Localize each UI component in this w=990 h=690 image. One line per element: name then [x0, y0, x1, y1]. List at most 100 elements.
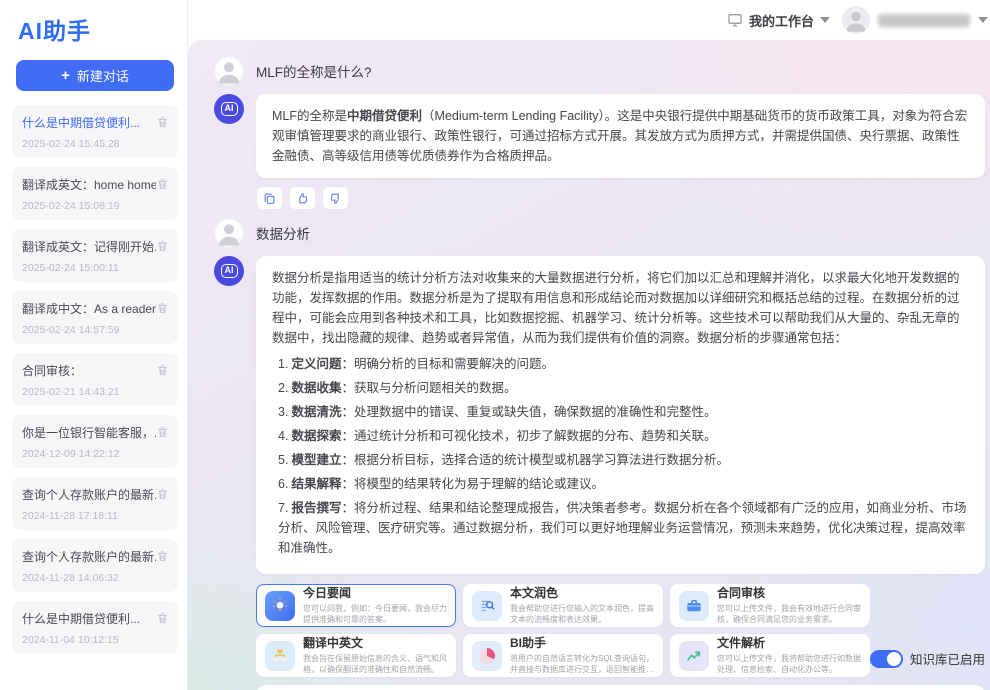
conversation-time: 2024-11-04 10:12:15	[22, 634, 168, 646]
conversation-item[interactable]: 翻译成中文：As a reader... 2025-02-24 14:57:59	[12, 291, 178, 344]
conversation-title: 查询个人存款账户的最新...	[22, 548, 156, 565]
trash-icon[interactable]	[156, 611, 169, 625]
conversation-item[interactable]: 什么是中期借贷便利... 2025-02-24 15:45:28	[12, 105, 178, 158]
main-area: 我的工作台 MLF的全称是什么? AI	[188, 0, 990, 690]
conversation-time: 2025-02-24 14:57:59	[22, 324, 168, 336]
app-root: AI助手 + 新建对话 什么是中期借贷便利... 2025-02-24 15:4…	[0, 0, 990, 690]
trend-arrow-icon	[679, 641, 709, 671]
card-title: 文件解析	[717, 636, 861, 651]
message-input-bar	[256, 685, 985, 690]
conversation-time: 2025-02-24 15:08:19	[22, 200, 168, 212]
person-icon	[214, 218, 244, 248]
thumbs-up-button[interactable]	[289, 186, 316, 210]
toggle-on-icon[interactable]	[870, 650, 903, 668]
new-chat-button[interactable]: + 新建对话	[16, 60, 174, 91]
card-title: 合同审核	[717, 586, 861, 601]
bulb-icon	[265, 591, 295, 621]
thumbs-down-button[interactable]	[322, 186, 349, 210]
conversation-time: 2024-12-09 14:22:12	[22, 448, 168, 460]
card-desc: 您可以问我，例如：今日要闻，我会尽力提供准确和可靠的答案。	[303, 603, 447, 625]
trash-icon[interactable]	[156, 487, 169, 501]
step-number: 5.	[278, 453, 288, 467]
conversation-item[interactable]: 查询个人存款账户的最新... 2024-11-28 14:06:32	[12, 539, 178, 592]
chevron-down-icon	[820, 17, 830, 23]
workspace-menu[interactable]: 我的工作台	[727, 11, 830, 30]
step-label: 报告撰写	[291, 501, 341, 515]
conversation-title: 翻译成英文：home home	[22, 176, 156, 193]
step-label: 数据收集	[291, 381, 341, 395]
quick-actions-row: 今日要闻 您可以问我，例如：今日要闻，我会尽力提供准确和可靠的答案。 本文润色 …	[256, 584, 985, 677]
step-number: 1.	[278, 357, 288, 371]
card-desc: 将用户的自然语言转化为SQL查询语句，并直接与数据库进行交互，返回智能推荐的图表…	[510, 653, 654, 675]
user-message-text: MLF的全称是什么?	[256, 61, 372, 81]
step-text: ：将模型的结果转化为易于理解的结论或建议。	[341, 477, 604, 491]
sitemap-icon	[265, 641, 295, 671]
trash-icon[interactable]	[156, 301, 169, 315]
card-desc: 我会帮助您进行您输入的文本润色，提高文本的流畅度和表达效果。	[510, 603, 654, 625]
ai-avatar: AI	[214, 94, 244, 124]
monitor-icon	[727, 12, 743, 28]
step-item: 7.报告撰写：将分析过程、结果和结论整理成报告，供决策者参考。数据分析在各个领域…	[278, 498, 969, 558]
conversation-item[interactable]: 翻译成英文：记得刚开始... 2025-02-24 15:00:11	[12, 229, 178, 282]
step-item: 3.数据清洗：处理数据中的错误、重复或缺失值，确保数据的准确性和完整性。	[278, 402, 969, 422]
conversation-item[interactable]: 翻译成英文：home home 2025-02-24 15:08:19	[12, 167, 178, 220]
card-bi-assistant[interactable]: BI助手 将用户的自然语言转化为SQL查询语句，并直接与数据库进行交互，返回智能…	[463, 634, 663, 677]
trash-icon[interactable]	[156, 425, 169, 439]
plus-icon: +	[61, 68, 70, 83]
step-label: 数据清洗	[291, 405, 341, 419]
card-desc: 您可以上传文件，我会有效地进行合同审核，确保合同满足您的业务需求。	[717, 603, 861, 625]
conversation-time: 2025-02-21 14:43:21	[22, 386, 168, 398]
step-label: 结果解释	[291, 477, 341, 491]
conversation-title: 你是一位银行智能客服，...	[22, 424, 156, 441]
topbar: 我的工作台	[188, 0, 990, 40]
person-icon	[214, 56, 244, 86]
conversation-item[interactable]: 你是一位银行智能客服，... 2024-12-09 14:22:12	[12, 415, 178, 468]
card-contract-review[interactable]: 合同审核 您可以上传文件，我会有效地进行合同审核，确保合同满足您的业务需求。	[670, 584, 870, 627]
new-chat-label: 新建对话	[77, 66, 129, 85]
card-title: 本文润色	[510, 586, 654, 601]
user-message: 数据分析	[214, 218, 985, 248]
ai-text-bold: 中期借贷便利	[347, 109, 422, 123]
step-text: ：获取与分析问题相关的数据。	[341, 381, 516, 395]
conversation-item[interactable]: 查询个人存款账户的最新... 2024-11-28 17:18:11	[12, 477, 178, 530]
knowledge-base-toggle[interactable]: 知识库已启用	[870, 649, 985, 668]
conversation-list: 什么是中期借贷便利... 2025-02-24 15:45:28 翻译成英文：h…	[12, 105, 178, 654]
trash-icon[interactable]	[156, 115, 169, 129]
workspace-label: 我的工作台	[749, 11, 814, 30]
step-label: 数据探索	[291, 429, 341, 443]
trash-icon[interactable]	[156, 363, 169, 377]
step-label: 定义问题	[291, 357, 341, 371]
card-desc: 我会旨在保留原始信息的含义、语气和风格，以确保翻译的准确性和自然流畅。	[303, 653, 447, 675]
step-item: 5.模型建立：根据分析目标，选择合适的统计模型或机器学习算法进行数据分析。	[278, 450, 969, 470]
conversation-title: 什么是中期借贷便利...	[22, 114, 156, 131]
ai-message: AI 数据分析是指用适当的统计分析方法对收集来的大量数据进行分析，将它们加以汇总…	[214, 256, 985, 574]
step-text: ：明确分析的目标和需要解决的问题。	[341, 357, 554, 371]
ai-text: 数据分析是指用适当的统计分析方法对收集来的大量数据进行分析，将它们加以汇总和理解…	[272, 271, 960, 345]
step-item: 2.数据收集：获取与分析问题相关的数据。	[278, 378, 969, 398]
person-icon	[842, 6, 870, 34]
card-file-parse[interactable]: 文件解析 您可以上传文件，我将帮助您进行如数据处理、信息检索、自动化办公等。	[670, 634, 870, 677]
chat-surface: MLF的全称是什么? AI MLF的全称是中期借贷便利（Medium-term …	[188, 40, 990, 690]
copy-button[interactable]	[256, 186, 283, 210]
step-number: 2.	[278, 381, 288, 395]
user-menu[interactable]	[842, 6, 988, 34]
card-text-polish[interactable]: 本文润色 我会帮助您进行您输入的文本润色，提高文本的流畅度和表达效果。	[463, 584, 663, 627]
conversation-item[interactable]: 什么是中期借贷便利... 2024-11-04 10:12:15	[12, 601, 178, 654]
conversation-title: 翻译成英文：记得刚开始...	[22, 238, 156, 255]
thumbs-down-icon	[329, 192, 342, 205]
user-message: MLF的全称是什么?	[214, 56, 985, 86]
sidebar: AI助手 + 新建对话 什么是中期借贷便利... 2025-02-24 15:4…	[0, 0, 188, 690]
trash-icon[interactable]	[156, 239, 169, 253]
trash-icon[interactable]	[156, 549, 169, 563]
card-title: 今日要闻	[303, 586, 447, 601]
conversation-item[interactable]: 合同审核： 2025-02-21 14:43:21	[12, 353, 178, 406]
message-actions	[256, 186, 985, 210]
conversation-time: 2024-11-28 17:18:11	[22, 510, 168, 522]
avatar	[842, 6, 870, 34]
card-today-news[interactable]: 今日要闻 您可以问我，例如：今日要闻，我会尽力提供准确和可靠的答案。	[256, 584, 456, 627]
steps-list: 1.定义问题：明确分析的目标和需要解决的问题。 2.数据收集：获取与分析问题相关…	[272, 354, 969, 558]
ai-badge: AI	[221, 264, 238, 278]
thumbs-up-icon	[296, 192, 309, 205]
card-translate[interactable]: 翻译中英文 我会旨在保留原始信息的含义、语气和风格，以确保翻译的准确性和自然流畅…	[256, 634, 456, 677]
trash-icon[interactable]	[156, 177, 169, 191]
